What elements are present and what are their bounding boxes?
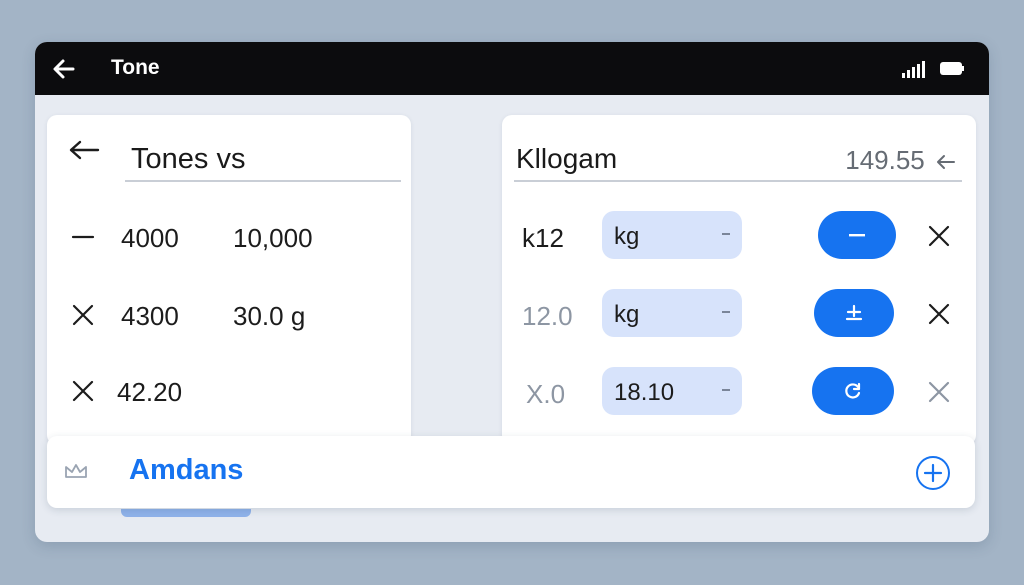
select-value: 18.10 <box>614 379 675 406</box>
conversion-row: k12 kg <box>502 211 976 261</box>
subtract-button[interactable] <box>818 211 896 259</box>
panel-title: Tones vs <box>131 143 246 175</box>
chevron-down-icon <box>722 311 730 313</box>
signal-icon <box>902 61 925 78</box>
row-value-primary: 4300 <box>121 301 179 331</box>
minus-icon <box>849 234 865 237</box>
close-icon[interactable] <box>69 377 97 405</box>
tab-indicator <box>121 509 251 517</box>
row-value-primary: 42.20 <box>117 377 183 407</box>
tones-panel: Tones vs 4000 10,000 4300 30.0 g 42.20 <box>47 115 411 445</box>
conversion-row: X.0 18.10 <box>502 367 976 417</box>
title-bar: Tone <box>35 42 989 95</box>
plus-minus-button[interactable] <box>814 289 894 337</box>
close-icon[interactable] <box>926 223 952 249</box>
app-title: Tone <box>111 56 160 79</box>
row-value-secondary: 30.0 g <box>233 301 306 331</box>
conversion-row: 12.0 kg <box>502 289 976 339</box>
unit-select[interactable]: kg <box>602 289 742 337</box>
list-item[interactable]: 4300 30.0 g <box>47 295 411 335</box>
header-value-text: 149.55 <box>845 145 925 175</box>
chevron-down-icon <box>722 233 730 235</box>
row-label: 12.0 <box>522 301 573 331</box>
row-value-secondary: 10,000 <box>233 223 313 253</box>
panel-title: Kllogam <box>516 143 618 174</box>
back-arrow-icon[interactable] <box>49 54 79 84</box>
list-item[interactable]: 4000 10,000 <box>47 217 411 257</box>
select-value: kg <box>614 223 640 250</box>
add-circle-icon[interactable] <box>914 454 952 492</box>
cycle-icon <box>845 382 861 399</box>
back-arrow-icon[interactable] <box>934 153 956 171</box>
close-icon[interactable] <box>69 301 97 329</box>
title-divider <box>514 180 962 182</box>
kilogram-panel: Kllogam 149.55 k12 kg 12.0 kg X.0 18.10 <box>502 115 976 445</box>
list-item[interactable]: 42.20 <box>47 371 411 411</box>
close-icon[interactable] <box>926 379 952 405</box>
value-select[interactable]: 18.10 <box>602 367 742 415</box>
minus-icon[interactable] <box>69 223 97 251</box>
bottom-tab-label[interactable]: Amdans <box>129 454 243 487</box>
row-value-primary: 4000 <box>121 223 179 253</box>
chevron-down-icon <box>722 389 730 391</box>
crown-icon <box>65 464 87 478</box>
select-value: kg <box>614 301 640 328</box>
plus-minus-icon <box>845 304 863 321</box>
title-divider <box>125 180 401 182</box>
app-window: Tone Tones vs 4000 10,000 4300 30.0 g 42… <box>35 42 989 542</box>
back-arrow-icon[interactable] <box>67 137 101 163</box>
battery-icon <box>940 62 964 75</box>
unit-select[interactable]: kg <box>602 211 742 259</box>
header-value: 149.55 <box>845 145 956 176</box>
close-icon[interactable] <box>926 301 952 327</box>
refresh-button[interactable] <box>812 367 894 415</box>
row-label: X.0 <box>526 379 566 409</box>
bottom-bar: Amdans <box>47 436 975 508</box>
row-label: k12 <box>522 223 564 253</box>
